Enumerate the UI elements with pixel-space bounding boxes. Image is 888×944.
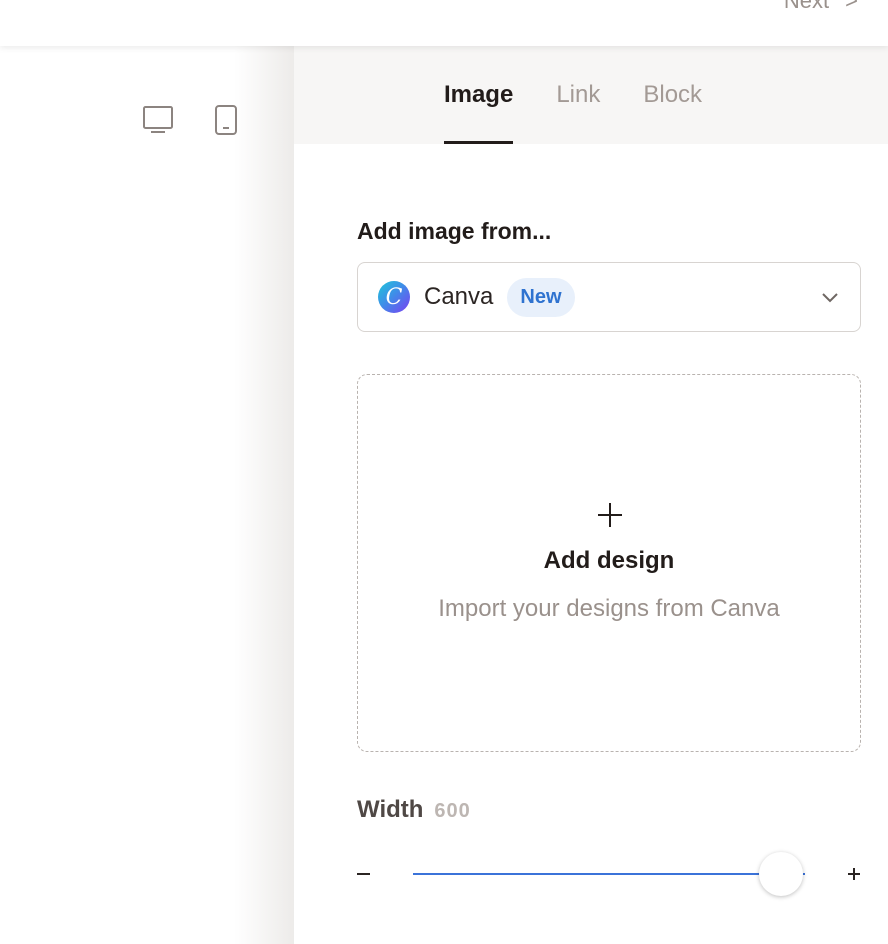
next-button[interactable]: Next > [784,0,858,14]
canva-logo-icon: C [378,281,410,313]
add-design-dropzone[interactable]: Add design Import your designs from Canv… [357,374,861,752]
new-badge: New [507,277,575,317]
next-label: Next [783,0,830,13]
width-label: Width [357,796,424,823]
image-source-label: Add image from... [357,218,552,244]
preview-shadow [234,46,294,944]
image-source-value: Canva [424,283,494,310]
plus-icon [596,501,624,534]
width-value: 600 [434,800,471,822]
mobile-icon[interactable] [208,102,244,138]
width-slider [357,852,861,896]
chevron-down-icon [820,288,840,313]
tab-link[interactable]: Link [556,46,600,144]
settings-panel: Image Link Block Add image from... C Can… [294,46,888,944]
decrease-width-button[interactable] [357,860,371,888]
slider-track[interactable] [413,873,805,875]
desktop-icon[interactable] [140,102,176,138]
tab-bar: Image Link Block [294,46,888,144]
tab-block[interactable]: Block [643,46,702,144]
chevron-right-icon: > [845,0,858,13]
plus-small-icon [848,868,860,880]
slider-thumb[interactable] [759,852,804,896]
add-design-subtitle: Import your designs from Canva [438,595,780,622]
device-toggle [140,102,244,138]
top-bar: Next > [0,0,888,46]
image-source-select[interactable]: C Canva New [357,262,861,332]
minus-icon [357,873,370,875]
preview-pane [0,46,294,944]
add-design-title: Add design [543,547,675,574]
width-header: Width 600 [357,796,471,824]
increase-width-button[interactable] [847,860,861,888]
tab-image[interactable]: Image [443,46,514,144]
